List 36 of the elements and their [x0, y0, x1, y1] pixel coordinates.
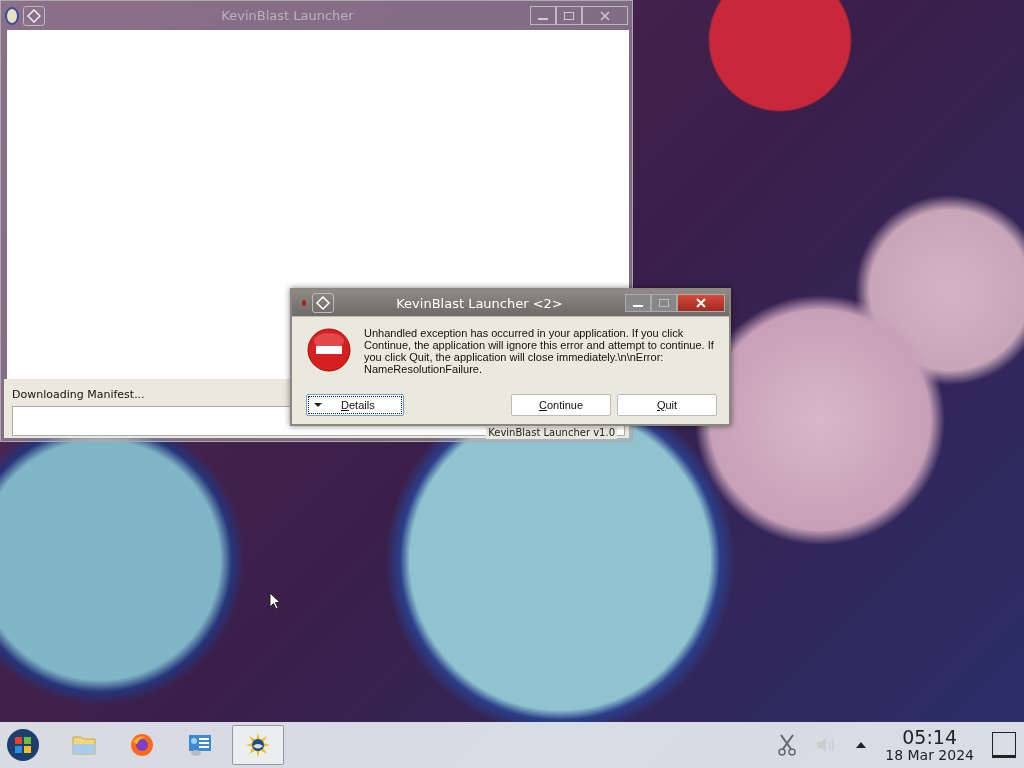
sun-globe-icon [245, 732, 271, 758]
mouse-pointer-icon [269, 592, 281, 610]
clock-time[interactable]: 05:14 [902, 727, 957, 747]
minimize-icon [633, 305, 643, 307]
close-button[interactable] [677, 294, 725, 312]
scissors-icon[interactable] [777, 734, 798, 756]
fox-globe-icon [130, 733, 154, 757]
show-desktop-button[interactable] [992, 732, 1016, 758]
error-message: Unhandled exception has occurred in your application. If you click Continue, the application will ignore this error and attempt to continue. If you click Quit, the application will close immediately.\n\nError: NameResolutionFailure. [364, 327, 714, 375]
maximize-icon [563, 10, 575, 21]
expand-tray-icon[interactable] [855, 741, 868, 749]
caret-icon [313, 402, 323, 408]
minimize-button[interactable] [625, 294, 651, 312]
folder-icon [72, 734, 96, 756]
dialog-button[interactable]: Quit [617, 394, 717, 416]
launcher-taskbar-button[interactable] [232, 725, 284, 765]
diamond-menu-icon[interactable] [23, 5, 45, 26]
status-text: Downloading Manifest... [12, 388, 146, 401]
start-menu-icon[interactable] [6, 728, 40, 762]
details-button[interactable]: Details [306, 394, 404, 416]
clock-date[interactable]: 18 Mar 2024 [885, 747, 974, 763]
close-icon [599, 10, 611, 21]
maximize-button[interactable] [556, 6, 582, 25]
minimize-icon [538, 17, 548, 20]
dialog-title: KevinBlast Launcher <2> [395, 295, 564, 311]
minimize-button[interactable] [530, 6, 556, 25]
window-title: KevinBlast Launcher [220, 8, 355, 23]
version-text: KevinBlast Launcher v1.0 [486, 427, 617, 439]
pin-icon [302, 300, 306, 306]
diamond-menu-icon[interactable] [312, 293, 334, 313]
control-panel-icon [187, 733, 213, 757]
close-button[interactable] [582, 6, 628, 25]
close-icon [695, 298, 707, 308]
dialog-button[interactable]: Continue [511, 394, 611, 416]
maximize-icon [658, 298, 670, 308]
error-stop-icon [306, 327, 352, 373]
